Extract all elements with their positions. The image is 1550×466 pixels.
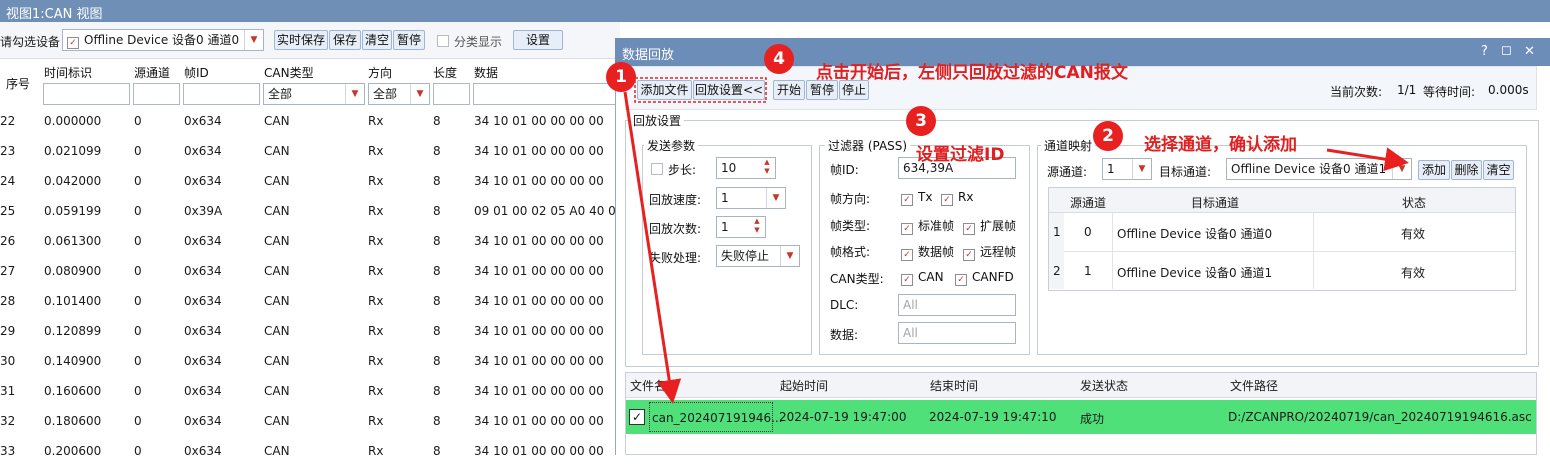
annotation-start: 点击开始后，左侧只回放过滤的CAN报文 — [816, 63, 1128, 83]
annotation-filter: 设置过滤ID — [916, 145, 1005, 165]
highlight-add-file — [634, 77, 767, 103]
badge-4: 4 — [764, 44, 794, 74]
badge-3: 3 — [906, 106, 936, 136]
badge-1: 1 — [606, 62, 636, 92]
arrow-to-file-row — [623, 91, 682, 404]
arrow-to-add-button — [1326, 147, 1409, 172]
badge-2: 2 — [1093, 121, 1123, 151]
annotation-channel: 选择通道，确认添加 — [1144, 135, 1297, 155]
